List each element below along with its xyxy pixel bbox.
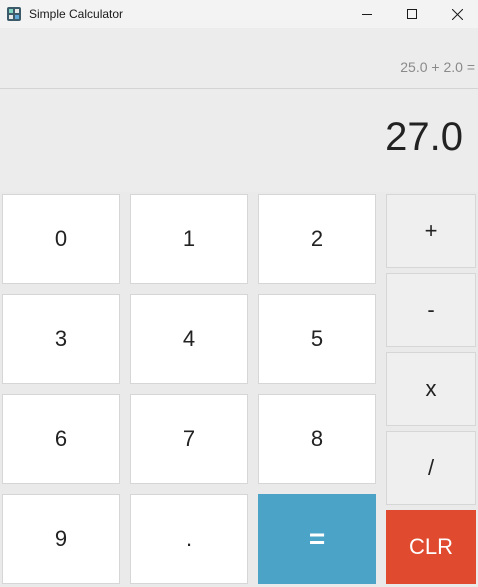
digit-8-button[interactable]: 8 xyxy=(258,394,376,484)
subtract-button[interactable]: - xyxy=(386,273,476,347)
digit-5-button[interactable]: 5 xyxy=(258,294,376,384)
expression-text: 25.0 + 2.0 = xyxy=(400,59,475,75)
digit-7-button[interactable]: 7 xyxy=(130,394,248,484)
equals-button[interactable]: = xyxy=(258,494,376,584)
maximize-button[interactable] xyxy=(389,0,435,28)
digit-1-button[interactable]: 1 xyxy=(130,194,248,284)
close-icon xyxy=(451,8,463,20)
digit-0-button[interactable]: 0 xyxy=(2,194,120,284)
title-bar: Simple Calculator xyxy=(0,0,478,28)
calculator-app-icon xyxy=(6,6,22,22)
result-text: 27.0 xyxy=(385,115,463,159)
maximize-icon xyxy=(407,9,417,19)
clear-button[interactable]: CLR xyxy=(386,510,476,584)
minimize-button[interactable] xyxy=(344,0,390,28)
digit-9-button[interactable]: 9 xyxy=(2,494,120,584)
multiply-button[interactable]: x xyxy=(386,352,476,426)
window-title: Simple Calculator xyxy=(29,7,124,21)
digit-4-button[interactable]: 4 xyxy=(130,294,248,384)
decimal-button[interactable]: . xyxy=(130,494,248,584)
expression-display: 25.0 + 2.0 = xyxy=(0,28,478,89)
add-button[interactable]: + xyxy=(386,194,476,268)
digit-6-button[interactable]: 6 xyxy=(2,394,120,484)
divide-button[interactable]: / xyxy=(386,431,476,505)
minimize-icon xyxy=(362,9,372,19)
digit-2-button[interactable]: 2 xyxy=(258,194,376,284)
digit-3-button[interactable]: 3 xyxy=(2,294,120,384)
result-display: 27.0 xyxy=(0,89,478,192)
close-button[interactable] xyxy=(434,0,478,28)
